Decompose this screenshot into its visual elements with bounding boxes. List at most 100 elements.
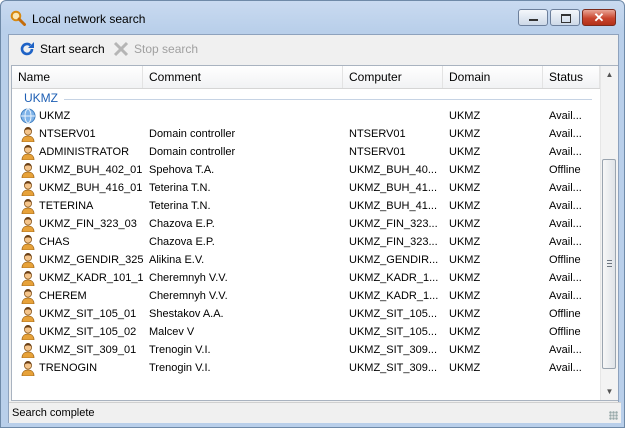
maximize-button[interactable] xyxy=(550,9,580,26)
cell-computer: UKMZ_SIT_105... xyxy=(349,308,438,320)
cell-computer: UKMZ_BUH_41... xyxy=(349,200,438,212)
table-row[interactable]: TETERINA Teterina T.N. UKMZ_BUH_41... UKMZ A… xyxy=(12,197,600,215)
cell-comment: Domain controller xyxy=(149,146,236,158)
close-icon: ✕ xyxy=(593,10,605,25)
cell-domain: UKMZ xyxy=(449,164,481,176)
cell-name: UKMZ_BUH_402_01 xyxy=(20,161,145,179)
user-icon xyxy=(20,144,36,160)
user-icon xyxy=(20,216,36,232)
cell-computer: UKMZ_SIT_309... xyxy=(349,362,438,374)
cell-status: Avail... xyxy=(549,236,582,248)
cell-name: UKMZ_FIN_323_03 xyxy=(20,215,145,233)
maximize-icon xyxy=(561,14,571,23)
close-button[interactable]: ✕ xyxy=(582,9,616,26)
table-row[interactable]: UKMZ_SIT_105_02 Malcev V UKMZ_SIT_105... UK… xyxy=(12,323,600,341)
table-row[interactable]: NTSERV01 Domain controller NTSERV01 UKMZ Ava… xyxy=(12,125,600,143)
cell-comment: Chazova E.P. xyxy=(149,218,215,230)
stop-x-icon xyxy=(113,41,129,57)
cell-status: Avail... xyxy=(549,290,582,302)
column-status[interactable]: Status xyxy=(543,66,600,88)
scroll-up-arrow[interactable]: ▲ xyxy=(601,66,618,83)
rows-container: UKMZ UKMZ UKMZ Avail... NTSERV01 Domain cont… xyxy=(12,89,600,399)
cell-domain: UKMZ xyxy=(449,308,481,320)
table-row[interactable]: UKMZ_SIT_309_01 Trenogin V.I. UKMZ_SIT_309… xyxy=(12,341,600,359)
column-comment[interactable]: Comment xyxy=(143,66,343,88)
cell-status: Avail... xyxy=(549,272,582,284)
cell-comment xyxy=(149,107,344,125)
cell-comment: Alikina E.V. xyxy=(149,254,205,266)
row-name: UKMZ_FIN_323_03 xyxy=(39,218,137,230)
cell-comment: Cheremnyh V.V. xyxy=(149,290,228,302)
grip-icon xyxy=(607,260,612,267)
cell-domain: UKMZ xyxy=(449,128,481,140)
column-name[interactable]: Name xyxy=(12,66,143,88)
row-list: UKMZ UKMZ Avail... NTSERV01 Domain controlle… xyxy=(12,107,600,377)
cell-name: UKMZ_BUH_416_01 xyxy=(20,179,145,197)
row-name: UKMZ_GENDIR_325 xyxy=(39,254,144,266)
vertical-scrollbar[interactable]: ▲ ▼ xyxy=(600,66,618,400)
cell-domain: UKMZ xyxy=(449,326,481,338)
cell-status: Avail... xyxy=(549,362,582,374)
table-row[interactable]: UKMZ_FIN_323_03 Chazova E.P. UKMZ_FIN_323.… xyxy=(12,215,600,233)
cell-status: Avail... xyxy=(549,146,582,158)
resize-grip[interactable] xyxy=(609,411,618,420)
cell-computer: UKMZ_BUH_40... xyxy=(349,164,438,176)
status-bar: Search complete xyxy=(9,402,621,423)
table-row[interactable]: ADMINISTRATOR Domain controller NTSERV01 UK… xyxy=(12,143,600,161)
cell-comment: Malcev V xyxy=(149,326,195,338)
table-row[interactable]: UKMZ_GENDIR_325 Alikina E.V. UKMZ_GENDIR..… xyxy=(12,251,600,269)
cell-status: Avail... xyxy=(549,344,582,356)
toolbar: Start search Stop search xyxy=(9,35,618,64)
cell-computer: UKMZ_BUH_41... xyxy=(349,182,438,194)
minimize-icon xyxy=(529,19,538,21)
row-name: UKMZ_KADR_101_1 xyxy=(39,272,144,284)
start-search-button[interactable]: Start search xyxy=(19,39,105,59)
table-row[interactable]: CHAS Chazova E.P. UKMZ_FIN_323... UKMZ Avail… xyxy=(12,233,600,251)
column-header: Name Comment Computer Domain Status xyxy=(12,66,600,89)
row-name: CHEREM xyxy=(39,290,87,302)
table-row[interactable]: UKMZ_BUH_416_01 Teterina T.N. UKMZ_BUH_41.… xyxy=(12,179,600,197)
row-name: TETERINA xyxy=(39,200,94,212)
cell-computer: UKMZ_FIN_323... xyxy=(349,218,438,230)
column-domain[interactable]: Domain xyxy=(443,66,543,88)
row-name: UKMZ_SIT_105_02 xyxy=(39,326,137,338)
column-computer[interactable]: Computer xyxy=(343,66,443,88)
cell-name: UKMZ xyxy=(20,107,145,125)
user-icon xyxy=(20,126,36,142)
cell-computer: UKMZ_SIT_309... xyxy=(349,344,438,356)
user-icon xyxy=(20,342,36,358)
results-list[interactable]: Name Comment Computer Domain Status UKMZ… xyxy=(11,65,618,401)
title-bar[interactable]: Local network search ✕ xyxy=(1,1,624,34)
row-name: ADMINISTRATOR xyxy=(39,146,130,158)
user-icon xyxy=(20,234,36,250)
table-row[interactable]: UKMZ_KADR_101_1 Cheremnyh V.V. UKMZ_KADR_1… xyxy=(12,269,600,287)
group-divider xyxy=(64,99,592,100)
stop-search-button[interactable]: Stop search xyxy=(113,39,198,59)
cell-comment: Shestakov A.A. xyxy=(149,308,224,320)
cell-status: Avail... xyxy=(549,200,582,212)
window-title: Local network search xyxy=(32,12,146,26)
cell-computer: NTSERV01 xyxy=(349,128,406,140)
cell-name: CHEREM xyxy=(20,287,145,305)
cell-name: UKMZ_SIT_309_01 xyxy=(20,341,145,359)
magnifier-icon xyxy=(10,10,26,26)
scroll-down-arrow[interactable]: ▼ xyxy=(601,383,618,400)
table-row[interactable]: TRENOGIN Trenogin V.I. UKMZ_SIT_309... UKMZ… xyxy=(12,359,600,377)
user-icon xyxy=(20,180,36,196)
row-name: CHAS xyxy=(39,236,70,248)
cell-name: TETERINA xyxy=(20,197,145,215)
cell-comment: Trenogin V.I. xyxy=(149,344,211,356)
cell-computer: UKMZ_FIN_323... xyxy=(349,236,438,248)
cell-comment: Spehova T.A. xyxy=(149,164,215,176)
scroll-thumb[interactable] xyxy=(602,159,616,369)
table-row[interactable]: UKMZ_SIT_105_01 Shestakov A.A. UKMZ_SIT_10… xyxy=(12,305,600,323)
table-row[interactable]: UKMZ_BUH_402_01 Spehova T.A. UKMZ_BUH_40..… xyxy=(12,161,600,179)
row-name: UKMZ xyxy=(39,110,71,122)
group-header[interactable]: UKMZ xyxy=(12,89,600,107)
cell-status: Avail... xyxy=(549,128,582,140)
cell-status: Offline xyxy=(549,164,581,176)
row-name: NTSERV01 xyxy=(39,128,96,140)
minimize-button[interactable] xyxy=(518,9,548,26)
table-row[interactable]: CHEREM Cheremnyh V.V. UKMZ_KADR_1... UKMZ Av… xyxy=(12,287,600,305)
table-row[interactable]: UKMZ UKMZ Avail... xyxy=(12,107,600,125)
